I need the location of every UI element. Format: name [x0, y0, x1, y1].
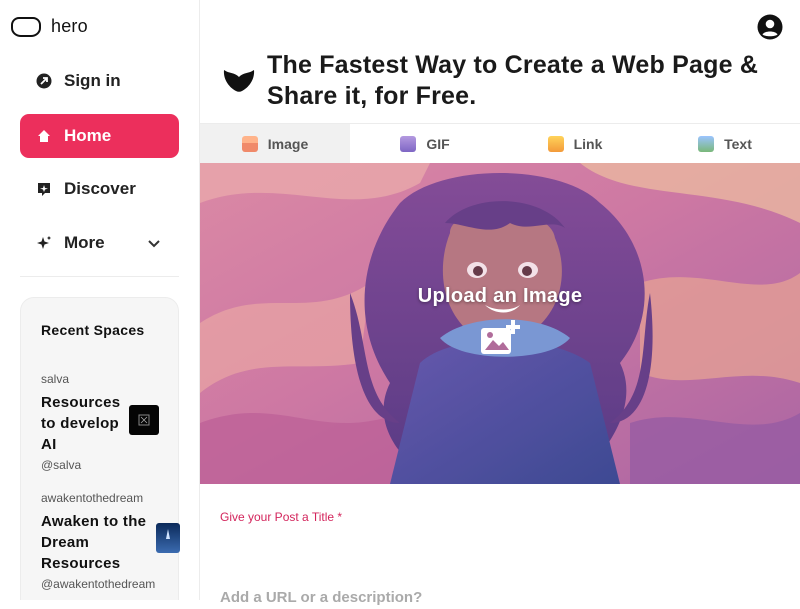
- recent-spaces-title: Recent Spaces: [41, 322, 145, 338]
- sidebar-item-label: More: [64, 233, 105, 252]
- recent-spaces-panel: Recent Spaces salva Resources to develop…: [20, 297, 180, 600]
- tab-label: Text: [724, 136, 752, 152]
- sidebar-item-sign-in[interactable]: Sign in: [20, 59, 179, 103]
- sidebar-item-home[interactable]: Home: [20, 114, 179, 158]
- recent-space-item[interactable]: awakentothedream Awaken to the Dream Res…: [41, 491, 171, 591]
- space-owner: awakentothedream: [41, 491, 144, 505]
- sidebar-item-discover[interactable]: Discover: [20, 167, 179, 211]
- sidebar-item-label: Discover: [64, 179, 136, 198]
- hero-logo-icon: [11, 16, 41, 37]
- tab-label: Image: [267, 136, 309, 152]
- tab-image[interactable]: Image: [200, 124, 350, 164]
- post-title-input[interactable]: [220, 528, 780, 564]
- image-emoji-icon: [241, 136, 258, 152]
- tab-text[interactable]: Text: [650, 124, 800, 164]
- sidebar-item-label: Home: [64, 126, 112, 145]
- add-image-icon: [479, 318, 521, 363]
- chevron-down-icon: [147, 235, 161, 255]
- space-thumbnail[interactable]: [129, 405, 159, 435]
- text-emoji-icon: [698, 136, 715, 152]
- post-type-tabs: Image GIF Link Text: [200, 123, 800, 164]
- sign-in-icon: [36, 73, 52, 89]
- space-handle: @awakentothedream: [41, 577, 156, 591]
- sparkle-icon: [36, 235, 52, 251]
- brand-name: hero: [51, 16, 88, 36]
- tab-label: GIF: [426, 136, 450, 152]
- upload-image-area[interactable]: Upload an Image: [200, 163, 800, 484]
- link-emoji-icon: [547, 136, 564, 152]
- post-description-input[interactable]: [220, 585, 780, 609]
- gif-emoji-icon: [400, 136, 417, 152]
- tab-link[interactable]: Link: [500, 124, 650, 164]
- space-thumbnail[interactable]: [156, 523, 180, 553]
- home-icon: [36, 128, 52, 144]
- sidebar-divider: [20, 276, 179, 277]
- post-title-label: Give your Post a Title *: [220, 510, 343, 524]
- tab-label: Link: [573, 136, 603, 152]
- heart-logo-icon: [222, 66, 256, 96]
- space-title: Resources to develop AI: [41, 394, 121, 453]
- user-avatar-icon[interactable]: [757, 14, 783, 40]
- brand-logo[interactable]: hero: [11, 16, 88, 37]
- sidebar: hero Sign in Home Discover More Recent S…: [0, 0, 200, 600]
- tab-gif[interactable]: GIF: [350, 124, 500, 164]
- upload-label: Upload an Image: [417, 285, 583, 307]
- sidebar-item-label: Sign in: [64, 71, 121, 90]
- space-owner: salva: [41, 372, 70, 386]
- page-headline: The Fastest Way to Create a Web Page & S…: [267, 51, 759, 110]
- discover-icon: [36, 181, 52, 197]
- space-title: Awaken to the Dream Resources: [41, 513, 147, 572]
- space-handle: @salva: [41, 458, 82, 472]
- main-content: The Fastest Way to Create a Web Page & S…: [200, 0, 800, 609]
- sidebar-item-more[interactable]: More: [20, 221, 179, 265]
